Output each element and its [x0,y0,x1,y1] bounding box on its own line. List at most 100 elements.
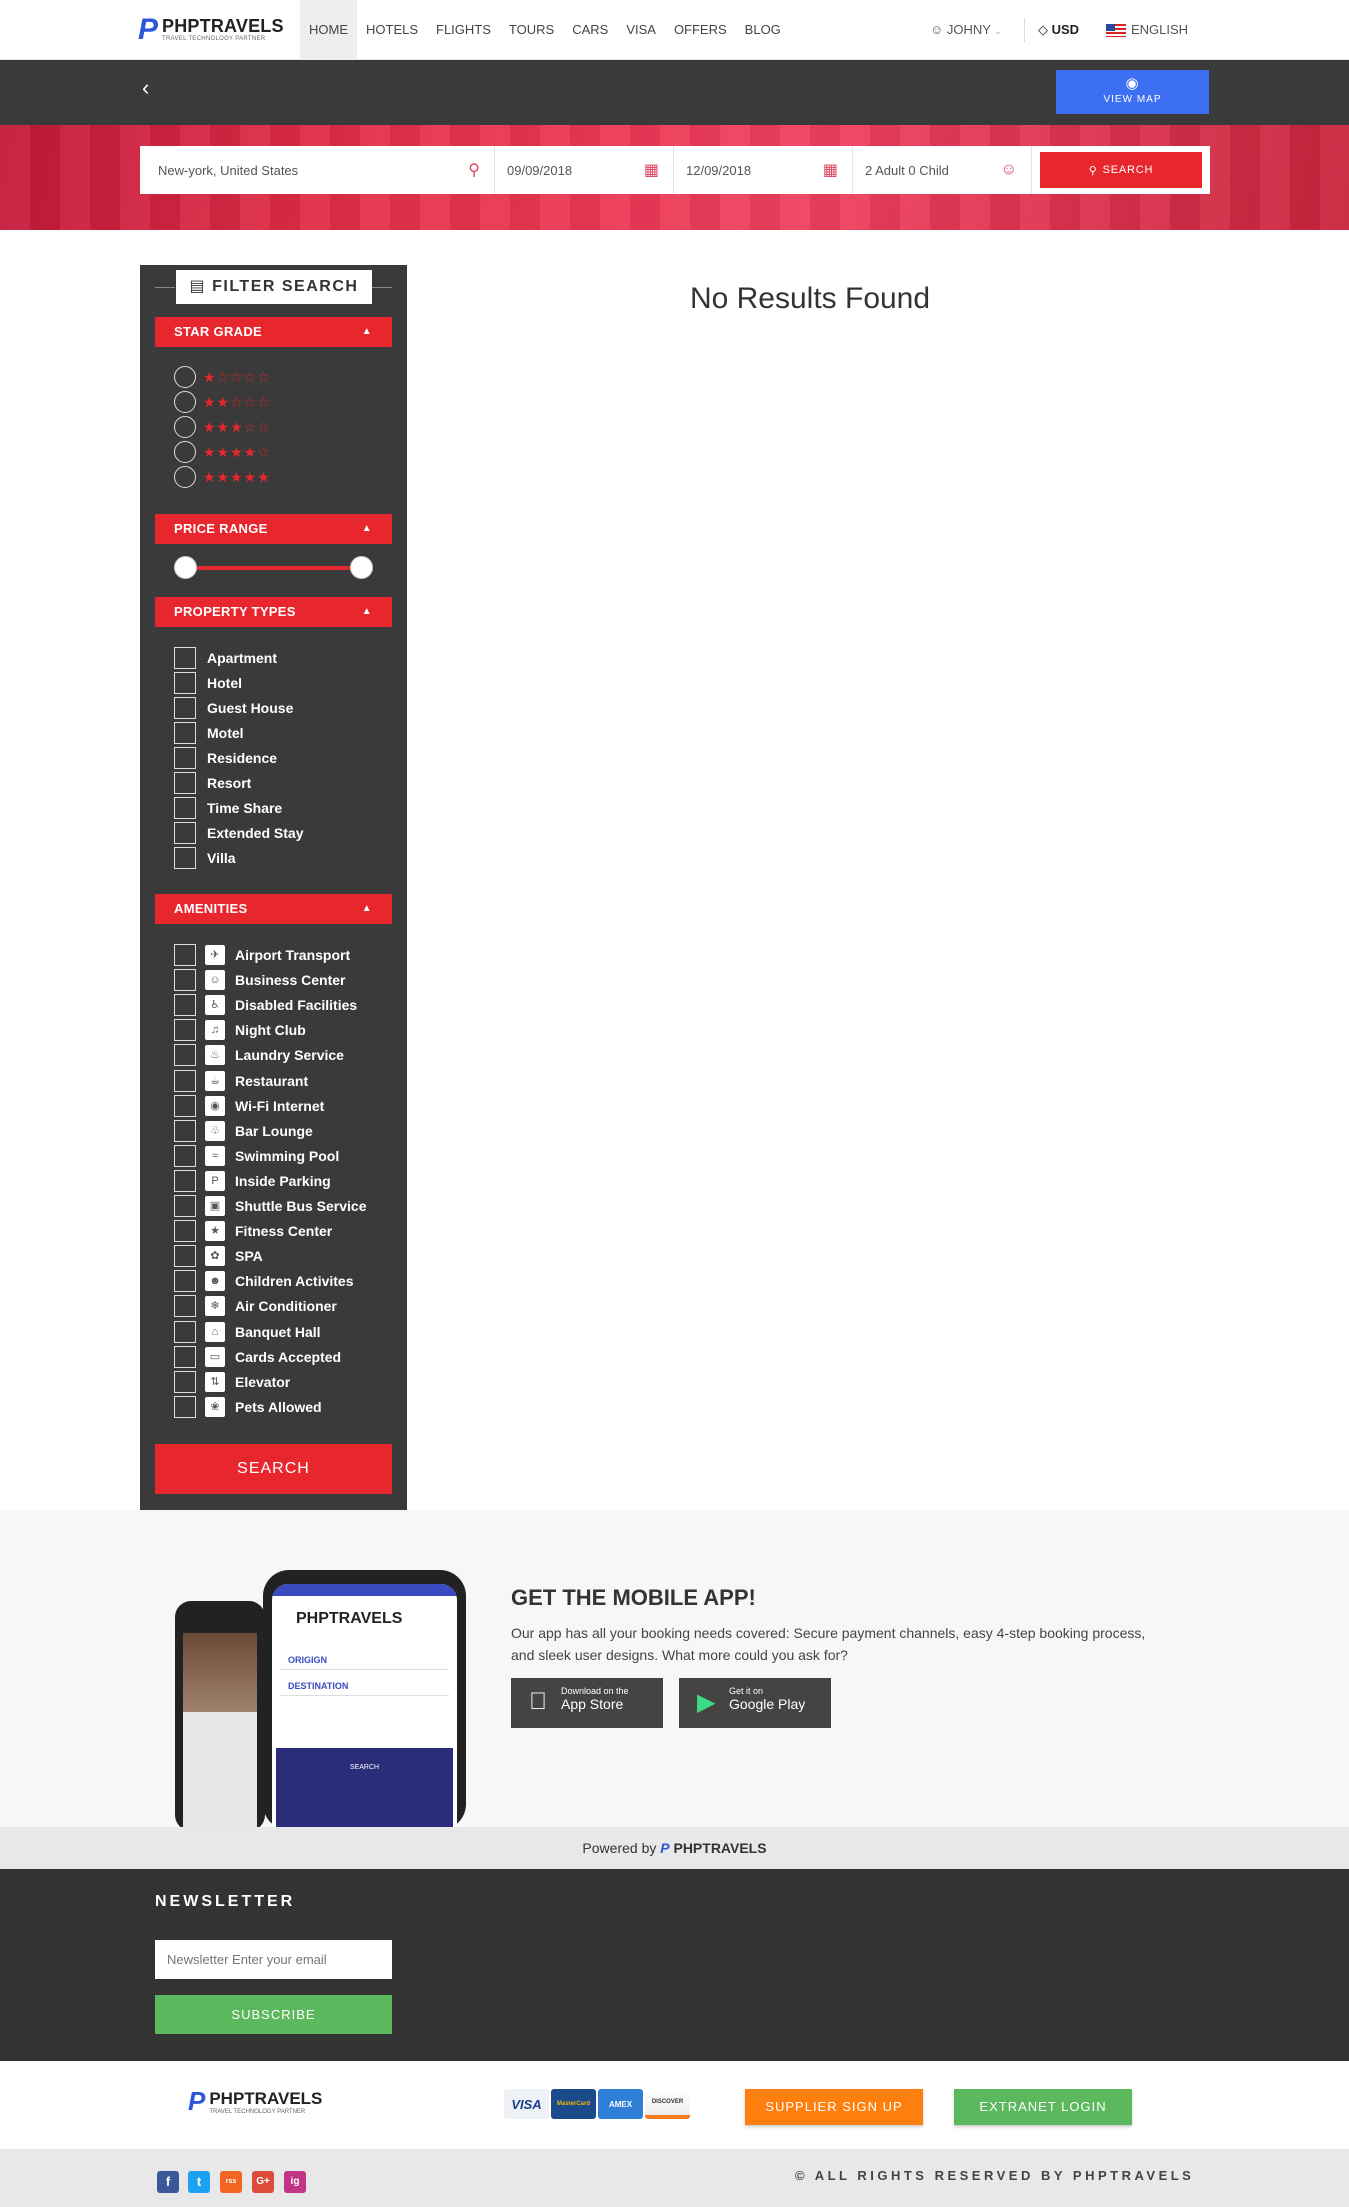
site-logo[interactable]: P PHPTRAVELS TRAVEL TECHNOLOGY PARTNER [138,12,284,48]
amenities-header[interactable]: AMENITIES ▲ [155,894,392,924]
main-nav: HOME HOTELS FLIGHTS TOURS CARS VISA OFFE… [300,0,790,60]
footer-logo[interactable]: P PHPTRAVELS TRAVEL TECHNOLOGY PARTNER [188,2086,322,2117]
star-grade-header[interactable]: STAR GRADE ▲ [155,317,392,347]
powered-by-label: Powered by [582,1840,657,1856]
property-type-checkbox[interactable] [174,847,196,869]
price-range-header[interactable]: PRICE RANGE ▲ [155,514,392,544]
property-type-label: Hotel [207,675,242,691]
amenity-checkbox[interactable] [174,1295,196,1318]
amenity-icon: ▣ [205,1196,225,1216]
newsletter-email-input[interactable] [155,1940,392,1979]
amenity-label: SPA [235,1248,263,1265]
amenity-checkbox[interactable] [174,1069,196,1092]
amenity-checkbox[interactable] [174,1270,196,1293]
amenity-icon: ⇅ [205,1371,225,1392]
property-type-checkbox[interactable] [174,722,196,744]
user-menu[interactable]: ☺ JOHNY ⌄ [930,0,1002,60]
header-divider [1024,18,1025,42]
amenity-label: Airport Transport [235,947,351,963]
amenity-checkbox[interactable] [174,1320,196,1343]
guests-field[interactable]: 2 Adult 0 Child ☺ [853,146,1032,194]
nav-hotels[interactable]: HOTELS [357,0,427,60]
nav-visa[interactable]: VISA [617,0,665,60]
amenity-checkbox[interactable] [174,1345,196,1368]
amenity-icon: ☺ [205,970,225,991]
location-field[interactable]: New-york, United States ⚲ [140,146,495,194]
amenity-checkbox[interactable] [174,969,196,992]
checkout-field[interactable]: 12/09/2018 ▦ [674,146,853,194]
amenity-checkbox[interactable] [174,1119,196,1142]
property-type-checkbox[interactable] [174,772,196,794]
subscribe-button[interactable]: SUBSCRIBE [155,1995,392,2034]
guests-value: 2 Adult 0 Child [865,162,949,178]
property-type-checkbox[interactable] [174,672,196,694]
google-play-button[interactable]: ▶ Get it on Google Play [679,1678,831,1728]
amenity-icon: ♨ [205,1045,225,1066]
star-grade-radio-2[interactable] [174,391,196,413]
no-results-message: No Results Found [689,282,931,315]
amenity-checkbox[interactable] [174,994,196,1017]
property-type-checkbox[interactable] [174,747,196,769]
property-type-checkbox[interactable] [174,647,196,669]
instagram-icon[interactable]: ig [284,2171,306,2193]
nav-cars[interactable]: CARS [563,0,617,60]
amenity-checkbox[interactable] [174,1044,196,1067]
property-type-checkbox[interactable] [174,797,196,819]
amenity-checkbox[interactable] [174,1370,196,1393]
price-slider-max-handle[interactable] [350,556,373,579]
app-store-button[interactable]:  Download on the App Store [511,1678,663,1728]
rss-icon[interactable]: rss [220,2171,242,2193]
star-grade-radio-4[interactable] [174,441,196,463]
supplier-signup-button[interactable]: SUPPLIER SIGN UP [745,2089,923,2125]
newsletter-title: NEWSLETTER [155,1893,296,1910]
star-grade-radio-1[interactable] [174,366,196,388]
nav-flights[interactable]: FLIGHTS [427,0,500,60]
logo-title: PHPTRAVELS [162,16,284,36]
amenity-icon: ♿ [205,995,225,1016]
extranet-login-button[interactable]: EXTRANET LOGIN [954,2089,1132,2125]
price-range-label: PRICE RANGE [174,521,268,536]
star-rating-icon: ★★★★★ [203,469,271,485]
amenity-checkbox[interactable] [174,1094,196,1117]
nav-blog[interactable]: BLOG [736,0,790,60]
amenity-checkbox[interactable] [174,1144,196,1167]
currency-label: USD [1051,22,1080,37]
amenity-icon: ✿ [205,1246,225,1267]
language-selector[interactable]: ENGLISH [1106,0,1188,60]
amenity-label: Night Club [235,1022,306,1039]
powered-by-brand[interactable]: PHPTRAVELS [673,1840,766,1856]
caret-up-icon: ▲ [361,606,372,617]
amenity-label: Banquet Hall [235,1323,321,1340]
phone-mockup-front: PHPTRAVELS ORIGIGN DESTINATION SEARCH [263,1570,466,1830]
back-arrow-icon[interactable]: ‹ [142,75,149,101]
amenity-checkbox[interactable] [174,1019,196,1042]
amenity-checkbox[interactable] [174,1195,196,1217]
property-types-header[interactable]: PROPERTY TYPES ▲ [155,597,392,627]
property-type-label: Extended Stay [207,825,304,841]
view-map-button[interactable]: ◉ VIEW MAP [1056,70,1209,114]
amenity-checkbox[interactable] [174,1169,196,1192]
search-button[interactable]: ⚲ SEARCH [1040,152,1202,188]
amenity-icon: ⌂ [205,1321,225,1342]
property-type-checkbox[interactable] [174,697,196,719]
star-grade-radio-5[interactable] [174,466,196,488]
caret-up-icon: ▲ [361,326,372,337]
amenity-checkbox[interactable] [174,1220,196,1243]
facebook-icon[interactable]: f [157,2171,179,2193]
amenity-checkbox[interactable] [174,1245,196,1268]
currency-selector[interactable]: ◇ USD [1038,0,1079,60]
checkin-field[interactable]: 09/09/2018 ▦ [495,146,674,194]
property-type-checkbox[interactable] [174,822,196,844]
google-play-small: Get it on [729,1686,764,1696]
google-plus-icon[interactable]: G+ [252,2171,274,2193]
twitter-icon[interactable]: t [188,2171,210,2193]
star-rating-icon: ★☆☆☆☆ [203,369,271,385]
price-slider-min-handle[interactable] [174,556,197,579]
nav-tours[interactable]: TOURS [500,0,563,60]
filter-search-button[interactable]: SEARCH [155,1444,392,1494]
amenity-checkbox[interactable] [174,944,196,966]
amenity-checkbox[interactable] [174,1395,196,1418]
nav-home[interactable]: HOME [300,0,357,60]
star-grade-radio-3[interactable] [174,416,196,438]
nav-offers[interactable]: OFFERS [665,0,736,60]
